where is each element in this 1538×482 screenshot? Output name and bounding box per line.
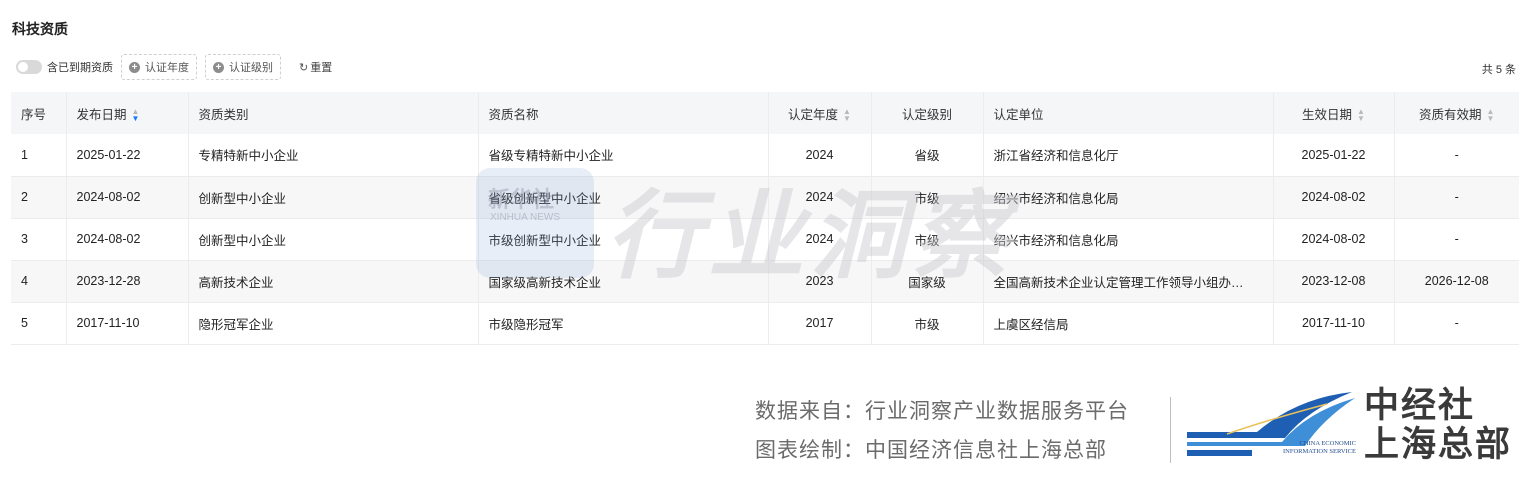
cell-cert-year: 2024 [768, 218, 872, 261]
table-row[interactable]: 5 2017-11-10 隐形冠军企业 市级隐形冠军 2017 市级 上虞区经信… [11, 302, 1519, 345]
toggle-knob [18, 62, 28, 72]
cell-effective-date: 2024-08-02 [1273, 176, 1395, 219]
source-credit: 数据来自：行业洞察产业数据服务平台 图表绘制：中国经济信息社上海总部 [755, 392, 1129, 470]
header-category: 资质类别 [188, 92, 479, 134]
table-row[interactable]: 3 2024-08-02 创新型中小企业 市级创新型中小企业 2024 市级 绍… [11, 218, 1519, 261]
table-row[interactable]: 4 2023-12-28 高新技术企业 国家级高新技术企业 2023 国家级 全… [11, 260, 1519, 303]
cell-effective-date: 2023-12-08 [1273, 260, 1395, 303]
cell-index: 2 [11, 176, 67, 219]
cell-index: 1 [11, 134, 67, 177]
cell-cert-level: 省级 [871, 134, 984, 177]
plus-circle-icon: + [213, 61, 224, 73]
cell-name: 国家级高新技术企业 [478, 260, 769, 303]
logo-cn-line: 上海总部 [1364, 425, 1513, 464]
cell-publish-date: 2025-01-22 [66, 134, 189, 177]
cell-index: 4 [11, 260, 67, 303]
plus-circle-icon: + [129, 61, 140, 73]
cell-cert-level: 市级 [871, 218, 984, 261]
table-row[interactable]: 1 2025-01-22 专精特新中小企业 省级专精特新中小企业 2024 省级… [11, 134, 1519, 177]
cell-validity: - [1394, 134, 1519, 177]
filter-level-button[interactable]: + 认证级别 [205, 54, 281, 80]
logo-en-line: INFORMATION SERVICE [1283, 448, 1356, 455]
logo-cn-line: 中经社 [1364, 386, 1476, 425]
refresh-icon: ↻ [299, 61, 309, 74]
cell-effective-date: 2017-11-10 [1273, 302, 1395, 345]
sort-caret-icon[interactable]: ▲ ▼ [1487, 108, 1495, 123]
cell-publish-date: 2024-08-02 [66, 176, 189, 219]
reset-button[interactable]: ↻ 重置 [299, 59, 332, 75]
cell-effective-date: 2024-08-02 [1273, 218, 1395, 261]
cell-name: 市级隐形冠军 [478, 302, 769, 345]
source-line: 数据来自：行业洞察产业数据服务平台 [755, 400, 1129, 423]
logo-chinese-text: 中经社 上海总部 [1364, 386, 1512, 464]
cell-name: 省级专精特新中小企业 [478, 134, 769, 177]
cell-category: 隐形冠军企业 [188, 302, 479, 345]
cell-publish-date: 2023-12-28 [66, 260, 189, 303]
sort-caret-icon[interactable]: ▲ ▼ [843, 108, 851, 123]
header-cert-level: 认定级别 [871, 92, 984, 134]
footer-divider [1170, 397, 1171, 463]
logo-en-line: CHINA ECONOMIC [1299, 440, 1356, 447]
header-cert-year[interactable]: 认定年度 ▲ ▼ [768, 92, 872, 134]
cell-index: 3 [11, 218, 67, 261]
cell-cert-year: 2024 [768, 134, 872, 177]
cell-index: 5 [11, 302, 67, 345]
logo-english-text: CHINA ECONOMIC INFORMATION SERVICE [1252, 440, 1356, 456]
reset-label: 重置 [310, 62, 333, 74]
cell-cert-unit: 全国高新技术企业认定管理工作领导小组办… [983, 260, 1274, 303]
header-cert-unit: 认定单位 [983, 92, 1274, 134]
drawing-line: 图表绘制：中国经济信息社上海总部 [755, 439, 1107, 462]
cell-cert-level: 市级 [871, 302, 984, 345]
filter-year-button[interactable]: + 认证年度 [121, 54, 197, 80]
toolbar: 含已到期资质 + 认证年度 + 认证级别 ↻ 重置 [16, 54, 332, 80]
cell-publish-date: 2024-08-02 [66, 218, 189, 261]
header-validity[interactable]: 资质有效期 ▲ ▼ [1394, 92, 1519, 134]
header-index: 序号 [11, 92, 67, 134]
sort-caret-icon[interactable]: ▲ ▼ [1357, 108, 1365, 123]
record-count: 共 5 条 [1481, 64, 1516, 76]
filter-level-label: 认证级别 [229, 62, 273, 74]
expired-toggle-label: 含已到期资质 [47, 62, 113, 74]
cell-name: 市级创新型中小企业 [478, 218, 769, 261]
cell-cert-year: 2024 [768, 176, 872, 219]
cell-cert-unit: 浙江省经济和信息化厅 [983, 134, 1274, 177]
cell-validity: 2026-12-08 [1394, 260, 1519, 303]
cell-cert-unit: 绍兴市经济和信息化局 [983, 176, 1274, 219]
expired-toggle[interactable] [16, 60, 42, 74]
cell-cert-level: 市级 [871, 176, 984, 219]
table-row[interactable]: 2 2024-08-02 创新型中小企业 省级创新型中小企业 2024 市级 绍… [11, 176, 1519, 219]
cell-validity: - [1394, 302, 1519, 345]
qualification-table: 序号 发布日期 ▲ ▼ 资质类别 资质名称 认定年度 ▲ ▼ 认定级别 认定单位 生效日… [11, 92, 1519, 345]
header-publish-date[interactable]: 发布日期 ▲ ▼ [66, 92, 189, 134]
cell-name: 省级创新型中小企业 [478, 176, 769, 219]
cell-effective-date: 2025-01-22 [1273, 134, 1395, 177]
page-title: 科技资质 [12, 21, 68, 37]
sort-caret-icon[interactable]: ▲ ▼ [132, 108, 140, 123]
cell-cert-year: 2017 [768, 302, 872, 345]
cell-category: 创新型中小企业 [188, 176, 479, 219]
header-name: 资质名称 [478, 92, 769, 134]
cell-publish-date: 2017-11-10 [66, 302, 189, 345]
header-effective-date[interactable]: 生效日期 ▲ ▼ [1273, 92, 1395, 134]
cell-cert-year: 2023 [768, 260, 872, 303]
cell-cert-unit: 绍兴市经济和信息化局 [983, 218, 1274, 261]
cell-validity: - [1394, 218, 1519, 261]
cell-cert-unit: 上虞区经信局 [983, 302, 1274, 345]
cell-category: 专精特新中小企业 [188, 134, 479, 177]
table-header-row: 序号 发布日期 ▲ ▼ 资质类别 资质名称 认定年度 ▲ ▼ 认定级别 认定单位 生效日… [11, 92, 1519, 134]
cell-category: 高新技术企业 [188, 260, 479, 303]
cell-cert-level: 国家级 [871, 260, 984, 303]
filter-year-label: 认证年度 [145, 62, 189, 74]
cell-validity: - [1394, 176, 1519, 219]
cell-category: 创新型中小企业 [188, 218, 479, 261]
